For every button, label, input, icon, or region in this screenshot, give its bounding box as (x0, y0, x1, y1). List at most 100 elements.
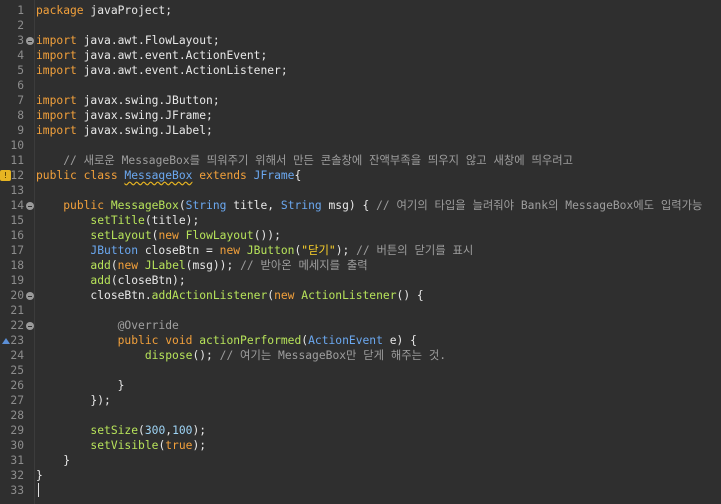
code-line[interactable]: }); (36, 393, 721, 408)
line-number: 27 (10, 394, 24, 407)
override-triangle-icon[interactable] (2, 338, 10, 344)
collapse-icon[interactable] (26, 202, 34, 210)
code-token: closeBtn = (138, 244, 220, 257)
code-line[interactable]: } (36, 453, 721, 468)
code-token: title, (226, 199, 281, 212)
code-line[interactable]: import javax.swing.JButton; (36, 93, 721, 108)
code-line[interactable]: setSize(300,100); (36, 423, 721, 438)
code-line[interactable]: package javaProject; (36, 3, 721, 18)
code-line[interactable]: import javax.swing.JLabel; (36, 123, 721, 138)
code-line[interactable] (36, 18, 721, 33)
code-token: import (36, 94, 77, 107)
code-token: new (219, 244, 247, 257)
collapse-icon[interactable] (26, 37, 34, 45)
code-line[interactable]: public class MessageBox extends JFrame{ (36, 168, 721, 183)
line-number: 3 (17, 34, 24, 47)
line-number: 29 (10, 424, 24, 437)
collapse-icon[interactable] (26, 292, 34, 300)
code-token: import (36, 49, 77, 62)
code-token: // 여기는 MessageBox만 닫게 해주는 것. (219, 349, 447, 362)
line-number: 21 (10, 304, 24, 317)
code-line[interactable] (36, 303, 721, 318)
code-token: // 여기의 타입을 늘려줘야 Bank의 MessageBox에도 입력가능 (376, 199, 703, 212)
code-token: FlowLayout (185, 229, 254, 242)
line-number: 17 (10, 244, 24, 257)
line-number: 13 (10, 184, 24, 197)
code-line[interactable]: import java.awt.FlowLayout; (36, 33, 721, 48)
line-number: 6 (17, 79, 24, 92)
code-token: // 받아온 메세지를 출력 (240, 259, 368, 272)
code-line[interactable]: closeBtn.addActionListener(new ActionLis… (36, 288, 721, 303)
code-token: public (63, 199, 111, 212)
code-line[interactable]: JButton closeBtn = new JButton("닫기"); //… (36, 243, 721, 258)
code-line[interactable] (36, 408, 721, 423)
code-token: new (274, 289, 302, 302)
collapse-icon[interactable] (26, 322, 34, 330)
code-token: import (36, 34, 77, 47)
code-line[interactable]: import javax.swing.JFrame; (36, 108, 721, 123)
line-number: 16 (10, 229, 24, 242)
code-token: } (36, 454, 71, 467)
text-cursor (38, 483, 39, 497)
code-token: (); (192, 349, 220, 362)
code-token: } (36, 379, 125, 392)
code-token: JButton (246, 244, 295, 257)
code-token: }); (36, 394, 111, 407)
code-token: @Override (117, 319, 179, 332)
code-token: MessageBox (110, 199, 179, 212)
code-line[interactable]: dispose(); // 여기는 MessageBox만 닫게 해주는 것. (36, 348, 721, 363)
code-token: public void (117, 334, 200, 347)
code-token: JLabel (144, 259, 186, 272)
warning-lightbulb-icon[interactable]: ! (0, 170, 11, 181)
code-token: java.awt.event.ActionListener; (76, 64, 288, 77)
line-number: 8 (17, 109, 24, 122)
code-line[interactable]: import java.awt.event.ActionListener; (36, 63, 721, 78)
code-token: import (36, 64, 77, 77)
code-line[interactable]: @Override (36, 318, 721, 333)
code-token: addActionListener (151, 289, 268, 302)
code-line[interactable]: add(new JLabel(msg)); // 받아온 메세지를 출력 (36, 258, 721, 273)
line-number: 10 (10, 139, 24, 152)
code-line[interactable] (36, 138, 721, 153)
code-token: setVisible (90, 439, 159, 452)
code-line[interactable]: setTitle(title); (36, 213, 721, 228)
code-token: import (36, 109, 77, 122)
code-line[interactable]: setVisible(true); (36, 438, 721, 453)
code-token: package (36, 4, 84, 17)
code-line[interactable]: } (36, 468, 721, 483)
code-line[interactable]: // 새로운 MessageBox를 띄워주기 위해서 만든 콘솔창에 잔액부족… (36, 153, 721, 168)
line-number: 24 (10, 349, 24, 362)
code-token: ActionEvent (308, 334, 383, 347)
code-token: actionPerformed (199, 334, 302, 347)
code-token: JFrame (253, 169, 295, 182)
code-line[interactable] (36, 78, 721, 93)
code-token: true (165, 439, 193, 452)
code-line[interactable]: public MessageBox(String title, String m… (36, 198, 721, 213)
line-number: 18 (10, 259, 24, 272)
code-line[interactable]: setLayout(new FlowLayout()); (36, 228, 721, 243)
line-number: 19 (10, 274, 24, 287)
line-number: 15 (10, 214, 24, 227)
code-line[interactable]: import java.awt.event.ActionEvent; (36, 48, 721, 63)
code-line[interactable] (36, 183, 721, 198)
code-line[interactable]: add(closeBtn); (36, 273, 721, 288)
code-token: ); (192, 424, 207, 437)
code-line[interactable] (36, 483, 721, 498)
code-editor[interactable]: 1 2 3 4 5 6 7 8 9 10 11 12! 13 14 15 16 17 18 19 20 21 22 23 24… (0, 0, 721, 504)
code-line[interactable] (36, 363, 721, 378)
line-number: 4 (17, 49, 24, 62)
code-line[interactable]: public void actionPerformed(ActionEvent … (36, 333, 721, 348)
code-line[interactable]: } (36, 378, 721, 393)
line-number-gutter: 1 2 3 4 5 6 7 8 9 10 11 12! 13 14 15 16 17 18 19 20 21 22 23 24… (0, 0, 35, 504)
code-token: javax.swing.JButton; (76, 94, 220, 107)
